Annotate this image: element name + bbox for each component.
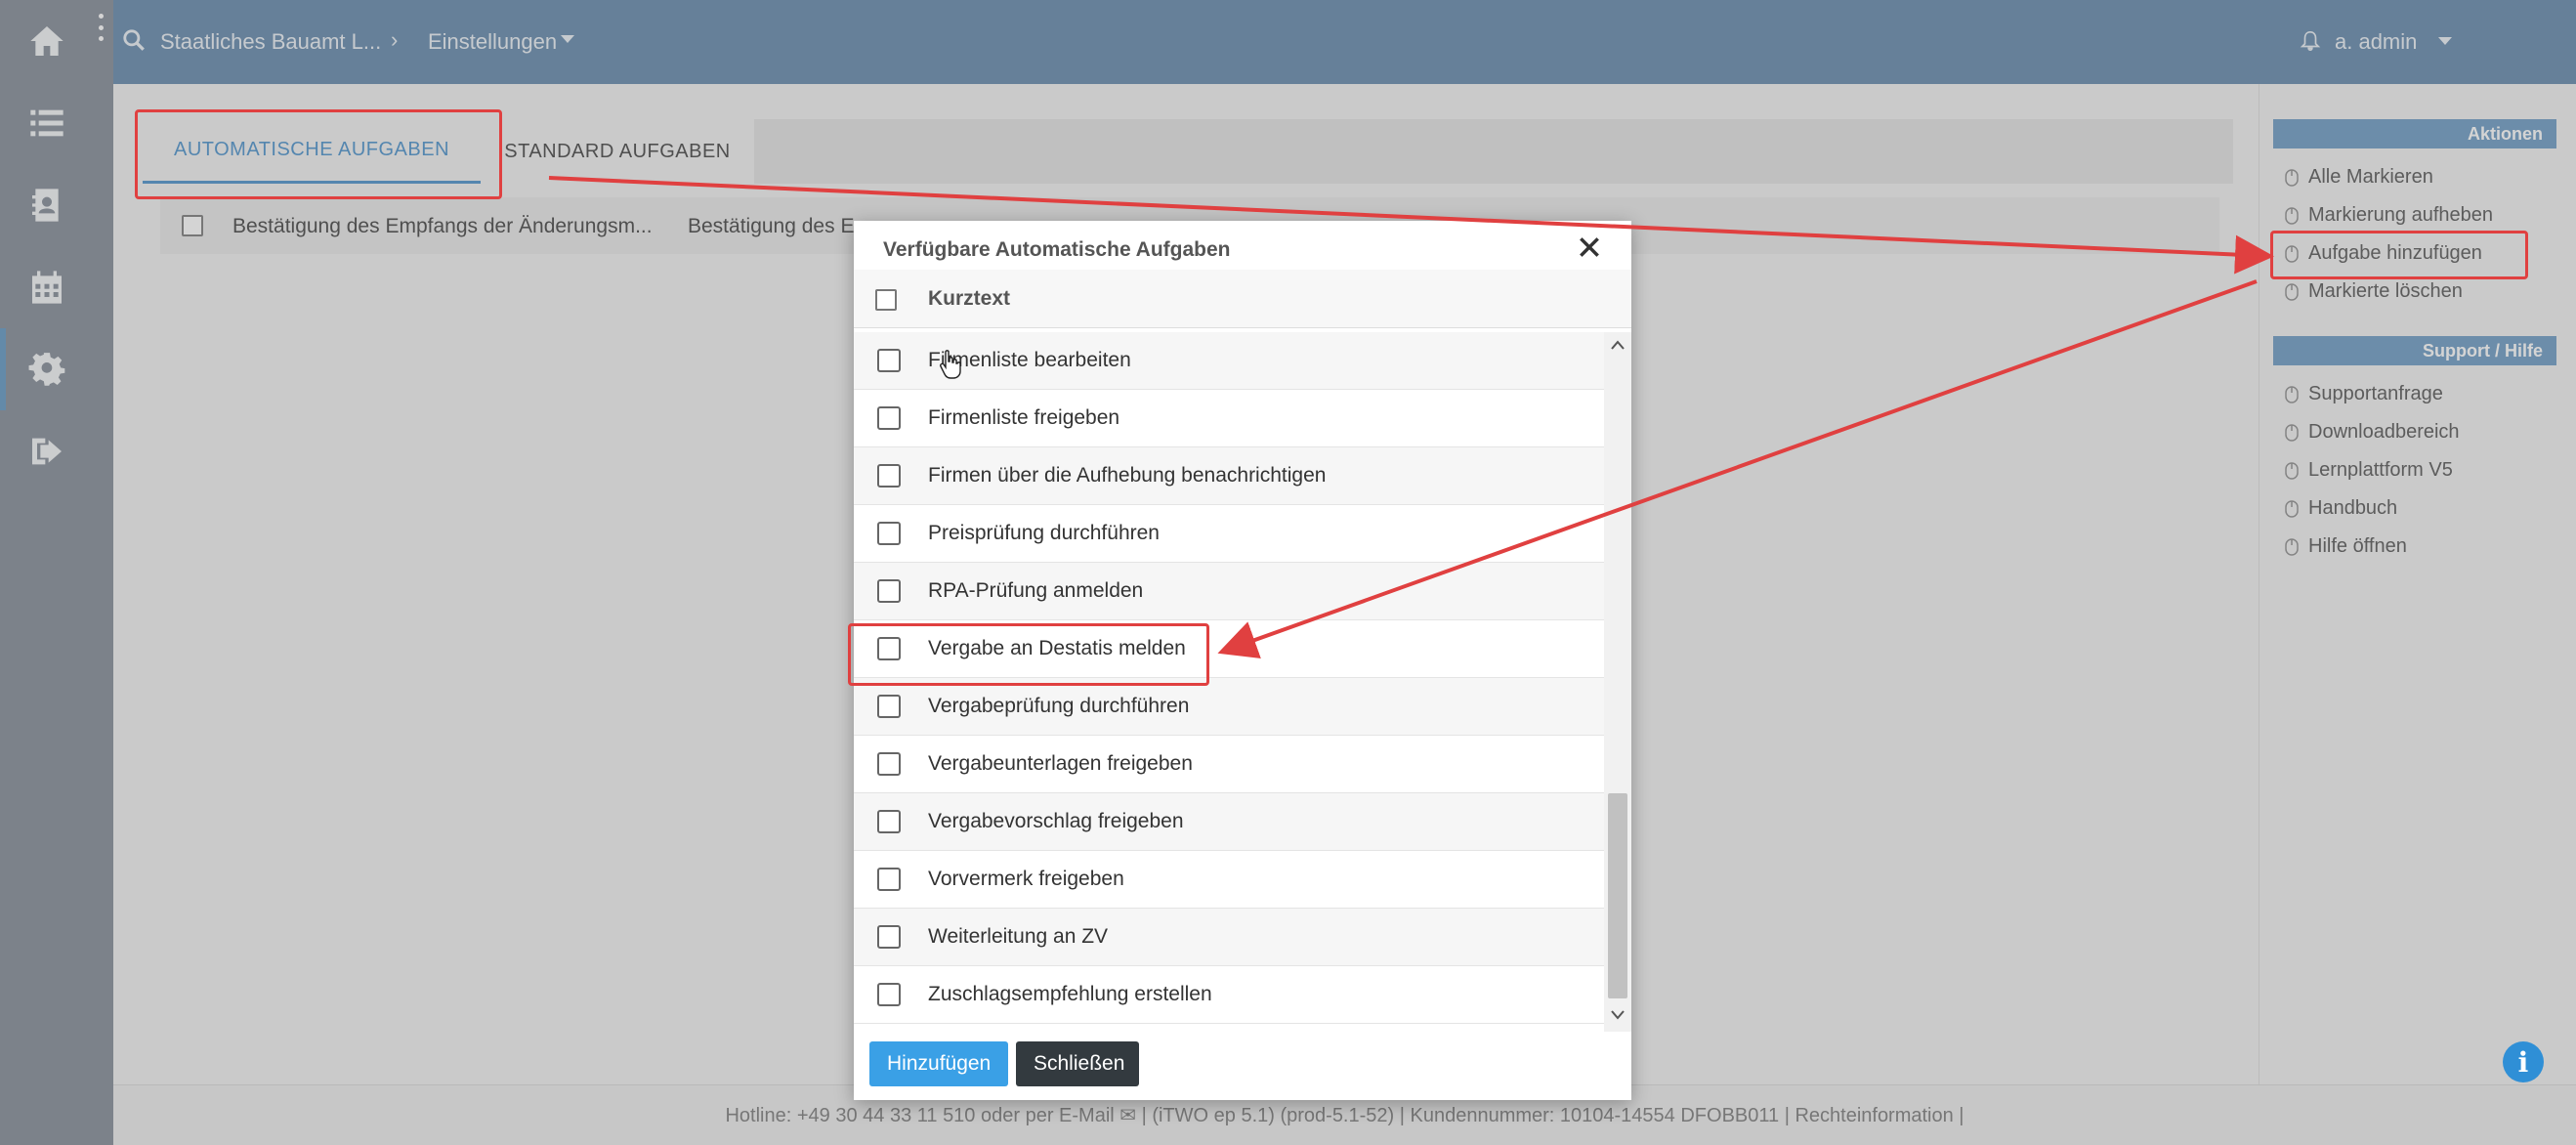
item-label: Zuschlagsempfehlung erstellen: [928, 983, 1212, 1005]
annotation-highlight-destatis: [848, 623, 1209, 686]
item-label: Vergabeprüfung durchführen: [928, 695, 1190, 717]
item-label: Firmen über die Aufhebung benachrichtige…: [928, 464, 1327, 487]
item-checkbox[interactable]: [877, 349, 901, 372]
list-item[interactable]: Preisprüfung durchführen: [854, 505, 1604, 563]
item-checkbox[interactable]: [877, 464, 901, 488]
item-label: Vorvermerk freigeben: [928, 868, 1124, 890]
list-item[interactable]: Zuschlagsempfehlung erstellen: [854, 966, 1604, 1024]
item-label: Vergabevorschlag freigeben: [928, 810, 1184, 832]
list-item[interactable]: Vorvermerk freigeben: [854, 851, 1604, 909]
item-label: Weiterleitung an ZV: [928, 925, 1109, 948]
list-item[interactable]: Firmenliste freigeben: [854, 390, 1604, 447]
list-item[interactable]: Firmen über die Aufhebung benachrichtige…: [854, 447, 1604, 505]
list-item[interactable]: Vergabeprüfung durchführen: [854, 678, 1604, 736]
dialog-table-header: Kurztext: [854, 270, 1631, 328]
annotation-highlight-tab: [135, 109, 502, 199]
scroll-up-icon[interactable]: [1610, 338, 1626, 352]
item-label: RPA-Prüfung anmelden: [928, 579, 1144, 602]
close-button[interactable]: Schließen: [1016, 1041, 1139, 1086]
list-scrollbar[interactable]: [1604, 332, 1631, 1032]
item-checkbox[interactable]: [877, 522, 901, 545]
hand-cursor-icon: [940, 350, 961, 379]
list-item[interactable]: Weiterleitung an ZV: [854, 909, 1604, 966]
column-header-kurztext[interactable]: Kurztext: [928, 287, 1010, 311]
list-item[interactable]: RPA-Prüfung anmelden: [854, 563, 1604, 620]
list-item[interactable]: Firmenliste bearbeiten: [854, 332, 1604, 390]
item-label: Firmenliste freigeben: [928, 406, 1120, 429]
annotation-highlight-add-task: [2270, 231, 2528, 279]
item-checkbox[interactable]: [877, 925, 901, 949]
list-item[interactable]: Vergabevorschlag freigeben: [854, 793, 1604, 851]
item-label: Preisprüfung durchführen: [928, 522, 1160, 544]
close-icon[interactable]: [1577, 234, 1602, 260]
add-button[interactable]: Hinzufügen: [869, 1041, 1008, 1086]
item-checkbox[interactable]: [877, 810, 901, 833]
list-item[interactable]: Vergabeunterlagen freigeben: [854, 736, 1604, 793]
scroll-down-icon[interactable]: [1610, 1008, 1626, 1022]
select-all-checkbox[interactable]: [875, 289, 897, 311]
item-checkbox[interactable]: [877, 579, 901, 603]
dialog-title: Verfügbare Automatische Aufgaben: [883, 238, 1231, 261]
item-label: Vergabeunterlagen freigeben: [928, 752, 1193, 775]
item-checkbox[interactable]: [877, 868, 901, 891]
info-icon[interactable]: i: [2503, 1041, 2544, 1082]
item-checkbox[interactable]: [877, 752, 901, 776]
item-checkbox[interactable]: [877, 695, 901, 718]
scrollbar-thumb[interactable]: [1608, 793, 1627, 998]
item-checkbox[interactable]: [877, 983, 901, 1006]
item-checkbox[interactable]: [877, 406, 901, 430]
